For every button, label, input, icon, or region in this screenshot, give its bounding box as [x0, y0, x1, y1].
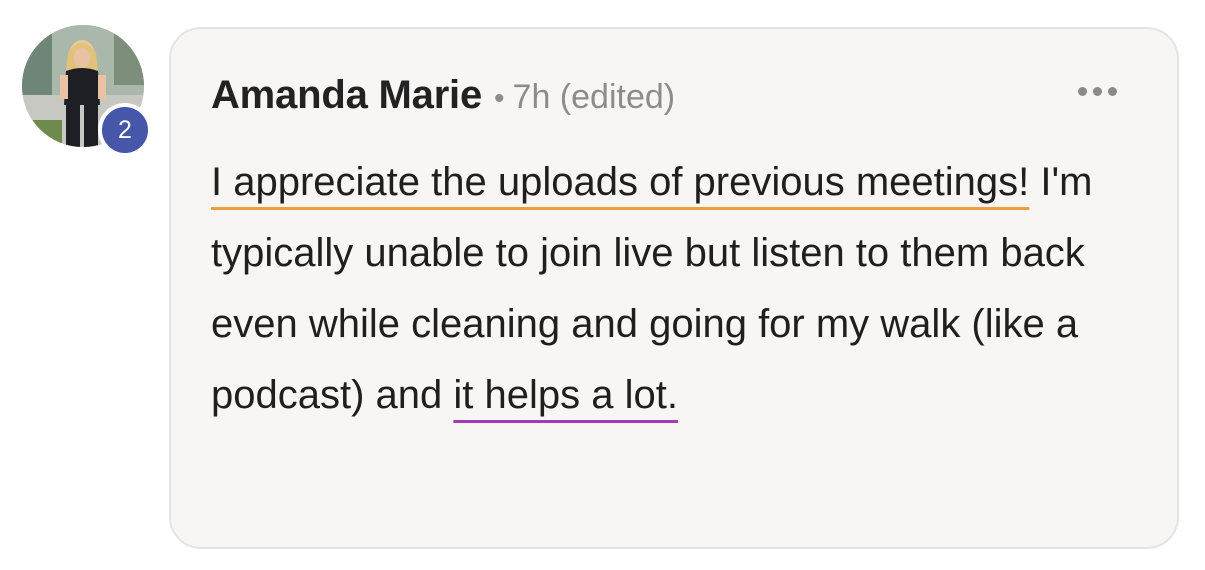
comment-bubble: Amanda Marie • 7h (edited) I appreciate …: [169, 27, 1179, 549]
comment-body: I appreciate the uploads of previous mee…: [211, 147, 1151, 431]
comment-screen: 2 Amanda Marie • 7h (edited) I appreciat…: [0, 0, 1205, 570]
more-dot: [1078, 87, 1087, 96]
comment-header: Amanda Marie • 7h (edited): [211, 73, 675, 118]
more-dot: [1093, 87, 1102, 96]
timestamp: 7h (edited): [512, 78, 676, 116]
highlighted-text-orange: I appreciate the uploads of previous mee…: [211, 160, 1030, 204]
notification-badge: 2: [98, 103, 152, 157]
more-dot: [1108, 87, 1117, 96]
highlighted-text-purple: it helps a lot.: [453, 373, 678, 417]
more-options-icon[interactable]: [1078, 87, 1117, 96]
avatar-container[interactable]: 2: [22, 25, 152, 157]
meta-separator: •: [494, 82, 505, 115]
author-name[interactable]: Amanda Marie: [211, 73, 482, 118]
